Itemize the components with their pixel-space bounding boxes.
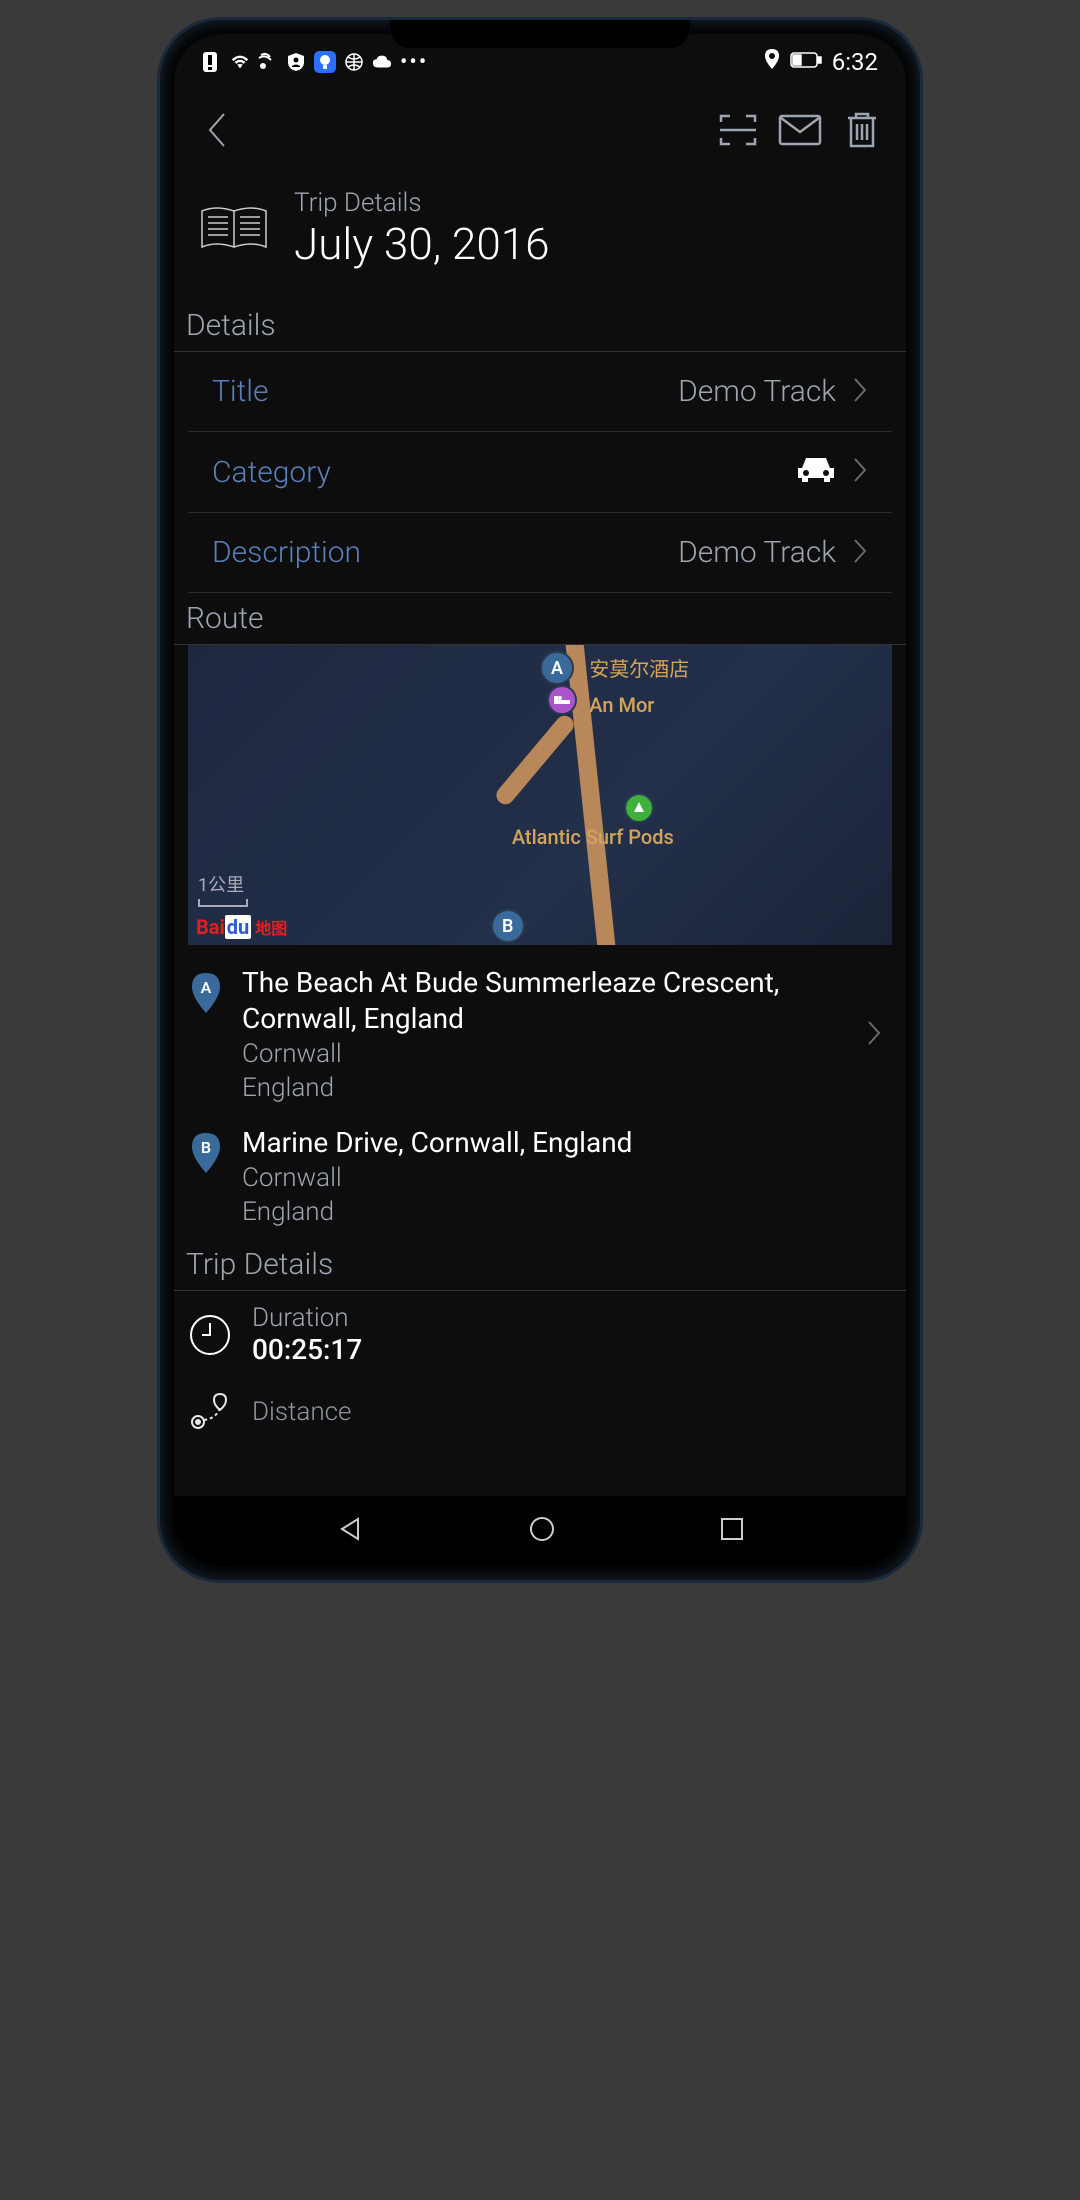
svg-text:A: A (201, 978, 212, 997)
title-row[interactable]: Title Demo Track (188, 352, 892, 432)
map-poi-label: An Mor (589, 693, 654, 717)
title-value: Demo Track (678, 374, 836, 409)
trip-header: Trip Details July 30, 2016 (174, 170, 906, 300)
status-left: ••• (202, 50, 428, 75)
alert-icon (202, 52, 222, 72)
distance-row: Distance (174, 1378, 906, 1446)
details-section-label: Details (174, 300, 906, 352)
chevron-right-icon (852, 537, 868, 569)
title-label: Title (212, 374, 269, 409)
map-scale: 1公里 (198, 871, 248, 907)
mail-button[interactable] (776, 106, 824, 154)
phone-frame: ••• 6:32 (160, 20, 920, 1580)
route-b-country: England (242, 1196, 850, 1230)
wifi-icon (230, 52, 250, 72)
globe-icon (344, 52, 364, 72)
route-icon (188, 1390, 232, 1434)
battery-icon (790, 50, 822, 75)
delete-button[interactable] (838, 106, 886, 154)
description-row[interactable]: Description Demo Track (188, 513, 892, 593)
trip-date: July 30, 2016 (294, 218, 550, 270)
map-marker-hotel (547, 685, 577, 715)
map-poi-label: 安莫尔酒店 (589, 653, 689, 682)
signal-icon (258, 52, 278, 72)
route-a-country: England (242, 1072, 848, 1106)
book-icon (198, 203, 270, 255)
clock-icon (188, 1313, 232, 1357)
map-marker-camping (624, 793, 654, 823)
category-row[interactable]: Category (188, 432, 892, 513)
app-toolbar (174, 90, 906, 170)
map-view[interactable]: A 安莫尔酒店 An Mor Atlantic Surf Pods B 1公里 … (188, 645, 892, 945)
status-right: 6:32 (764, 48, 878, 76)
shield-icon (286, 52, 306, 72)
route-a-region: Cornwall (242, 1038, 848, 1072)
trip-details-section-label: Trip Details (174, 1239, 906, 1291)
location-icon (764, 49, 780, 75)
content-area[interactable]: Trip Details July 30, 2016 Details Title… (174, 170, 906, 1496)
nav-back-button[interactable] (336, 1515, 364, 1547)
chevron-right-icon (852, 456, 868, 488)
route-b-region: Cornwall (242, 1162, 850, 1196)
map-marker-a: A (540, 651, 574, 685)
car-icon (796, 454, 836, 490)
description-label: Description (212, 535, 361, 570)
phone-notch (390, 20, 690, 48)
android-nav-bar (174, 1496, 906, 1566)
map-poi-label: Atlantic Surf Pods (512, 825, 674, 849)
status-time: 6:32 (832, 48, 878, 76)
map-marker-b: B (491, 909, 525, 943)
pin-b-icon: B (188, 1131, 224, 1175)
map-road (493, 712, 577, 808)
phone-screen: ••• 6:32 (174, 34, 906, 1566)
description-value: Demo Track (678, 535, 836, 570)
chevron-right-icon (852, 376, 868, 408)
route-point-a[interactable]: A The Beach At Bude Summerleaze Crescent… (174, 955, 906, 1115)
bulb-icon (314, 51, 336, 73)
chevron-right-icon (866, 1019, 882, 1051)
category-label: Category (212, 455, 331, 490)
nav-home-button[interactable] (528, 1515, 556, 1547)
route-a-title: The Beach At Bude Summerleaze Crescent, … (242, 965, 848, 1038)
duration-row: Duration 00:25:17 (174, 1291, 906, 1378)
route-section-label: Route (174, 593, 906, 645)
duration-label: Duration (252, 1303, 362, 1333)
more-icon: ••• (400, 50, 428, 75)
trip-details-label: Trip Details (294, 188, 550, 218)
pin-a-icon: A (188, 971, 224, 1015)
route-b-title: Marine Drive, Cornwall, England (242, 1125, 850, 1161)
distance-label: Distance (252, 1397, 352, 1427)
duration-value: 00:25:17 (252, 1333, 362, 1366)
cloud-icon (372, 52, 392, 72)
scan-button[interactable] (714, 106, 762, 154)
nav-recent-button[interactable] (720, 1517, 744, 1545)
svg-text:B: B (201, 1138, 211, 1157)
map-attribution: Baidu地图 (196, 915, 287, 939)
route-point-b[interactable]: B Marine Drive, Cornwall, England Cornwa… (174, 1115, 906, 1239)
back-button[interactable] (194, 106, 242, 154)
